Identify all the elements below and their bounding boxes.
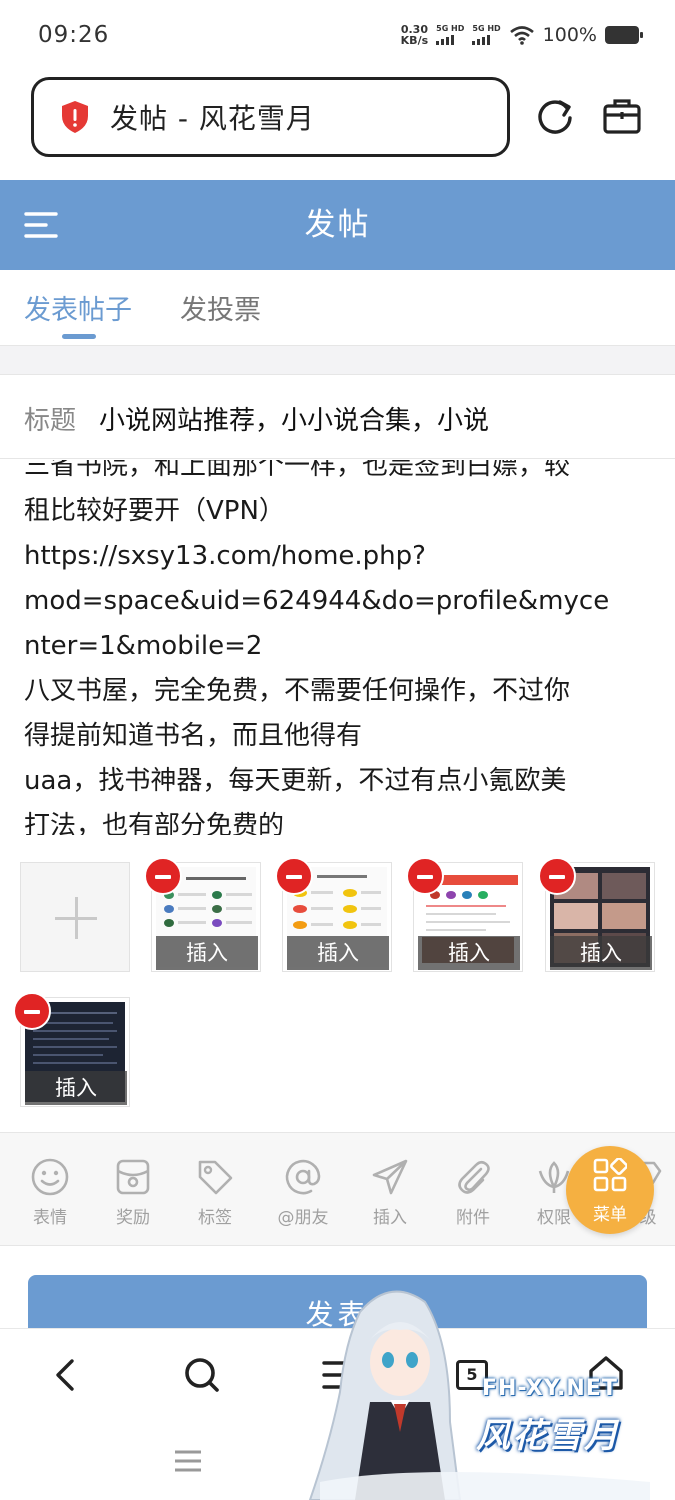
- status-time: 09:26: [38, 22, 110, 48]
- remove-attachment-icon[interactable]: [538, 857, 576, 895]
- attachment-thumb[interactable]: 插入: [406, 857, 523, 972]
- insert-button[interactable]: 插入: [418, 936, 520, 970]
- watermark-logo-text: 风花雪月: [476, 1416, 620, 1456]
- title-label: 标题: [24, 406, 77, 436]
- toolbar-reward[interactable]: 奖励: [93, 1157, 173, 1228]
- app-header: 发帖: [0, 180, 675, 270]
- toolbar-reward-label: 奖励: [116, 1208, 150, 1228]
- add-image-button[interactable]: [20, 862, 130, 972]
- toolbar-emoji-label: 表情: [33, 1208, 67, 1228]
- attachment-thumb[interactable]: 插入: [275, 857, 392, 972]
- attachment-thumb[interactable]: 插入: [144, 857, 261, 972]
- post-type-tabs: 发表帖子 发投票: [0, 270, 675, 346]
- toolbar-insert-label: 插入: [373, 1208, 407, 1228]
- refresh-icon[interactable]: [534, 96, 576, 138]
- search-icon[interactable]: [182, 1355, 222, 1395]
- tab-new-post[interactable]: 发表帖子: [24, 288, 132, 327]
- toolbar-tag-label: 标签: [198, 1208, 232, 1228]
- shield-alert-icon[interactable]: [60, 100, 90, 134]
- battery-icon: [605, 26, 643, 44]
- reward-icon: [116, 1159, 150, 1195]
- insert-button[interactable]: 插入: [550, 936, 652, 970]
- remove-attachment-icon[interactable]: [275, 857, 313, 895]
- send-icon: [372, 1159, 408, 1195]
- toolbar-emoji[interactable]: 表情: [10, 1157, 90, 1228]
- insert-button[interactable]: 插入: [156, 936, 258, 970]
- attachment-thumb[interactable]: 插入: [538, 857, 655, 972]
- body-line: https://sxsy13.com/home.php?: [24, 541, 426, 571]
- active-tab-indicator: [62, 334, 96, 339]
- at-icon: [285, 1159, 321, 1195]
- page-url-title: 发帖 - 风花雪月: [110, 102, 315, 135]
- body-line: 得提前知道书名，而且他得有: [24, 721, 363, 751]
- grid-icon: [593, 1158, 627, 1192]
- signal-sim2-label: 5G HD: [472, 24, 501, 33]
- toolbar-tag[interactable]: 标签: [175, 1157, 255, 1228]
- remove-attachment-icon[interactable]: [13, 992, 51, 1030]
- title-input[interactable]: 小说网站推荐，小小说合集，小说: [99, 400, 489, 437]
- attachment-thumb[interactable]: 插入: [13, 992, 130, 1107]
- remove-attachment-icon[interactable]: [144, 857, 182, 895]
- watermark-site: FH-XY.NET: [482, 1376, 618, 1401]
- toolbar-mention-label: @朋友: [277, 1208, 329, 1228]
- body-line: 打法，也有部分免费的: [24, 811, 285, 835]
- status-indicators: 0.30 KB/s 5G HD 5G HD 100%: [401, 24, 643, 46]
- toolbar-insert[interactable]: 插入: [350, 1157, 430, 1228]
- body-line: uaa，找书神器，每天更新，不过有点小氪欧美: [24, 766, 567, 796]
- floating-menu-button[interactable]: 菜单: [566, 1146, 654, 1234]
- briefcase-icon[interactable]: [602, 96, 642, 136]
- post-body-text: 三省书院，和上面那个一样，也是签到白嫖，较 租比较好要开（VPN） https:…: [24, 460, 664, 835]
- battery-percent: 100%: [542, 24, 597, 46]
- page: 09:26 0.30 KB/s 5G HD 5G HD 100% 发帖 - 风花…: [0, 0, 675, 1500]
- body-line: nter=1&mobile=2: [24, 631, 263, 661]
- toolbar-attachment[interactable]: 附件: [433, 1157, 513, 1228]
- toolbar-mention[interactable]: @朋友: [263, 1157, 343, 1228]
- net-speed-unit: KB/s: [400, 34, 429, 47]
- paperclip-icon: [458, 1160, 490, 1194]
- section-divider: [0, 346, 675, 375]
- remove-attachment-icon[interactable]: [406, 857, 444, 895]
- body-line: 三省书院，和上面那个一样，也是签到白嫖，较: [24, 460, 571, 481]
- address-bar[interactable]: 发帖 - 风花雪月: [31, 77, 510, 157]
- body-line: 租比较好要开（VPN）: [24, 496, 285, 526]
- signal-sim1: 5G HD: [436, 25, 464, 45]
- menu-icon[interactable]: [24, 210, 58, 240]
- signal-bars-icon: [436, 35, 455, 45]
- signal-sim1-label: 5G HD: [436, 24, 465, 33]
- wifi-icon: [509, 26, 534, 45]
- toolbar-attachment-label: 附件: [456, 1208, 490, 1228]
- insert-button[interactable]: 插入: [287, 936, 389, 970]
- gesture-menu-icon[interactable]: [174, 1449, 202, 1473]
- body-line: 八叉书屋，完全免费，不需要任何操作，不过你: [24, 676, 571, 706]
- tab-new-poll[interactable]: 发投票: [180, 288, 261, 327]
- net-speed: 0.30 KB/s: [401, 24, 428, 46]
- image-attachments: 插入 插入 插入 插入 插入: [0, 857, 675, 1110]
- back-icon[interactable]: [46, 1355, 86, 1395]
- signal-bars-icon: [472, 35, 491, 45]
- browser-bar: 发帖 - 风花雪月: [0, 72, 675, 180]
- body-line: mod=space&uid=624944&do=profile&myce: [24, 586, 610, 616]
- insert-button[interactable]: 插入: [25, 1071, 127, 1105]
- floating-menu-label: 菜单: [593, 1205, 627, 1225]
- post-body-editor[interactable]: 三省书院，和上面那个一样，也是签到白嫖，较 租比较好要开（VPN） https:…: [0, 460, 675, 835]
- signal-sim2: 5G HD: [472, 24, 501, 45]
- tag-icon: [198, 1160, 233, 1195]
- page-title: 发帖: [304, 207, 371, 243]
- title-field-row[interactable]: 标题 小说网站推荐，小小说合集，小说: [0, 375, 675, 459]
- smiley-icon: [31, 1158, 69, 1196]
- status-bar: 09:26 0.30 KB/s 5G HD 5G HD 100%: [0, 0, 675, 72]
